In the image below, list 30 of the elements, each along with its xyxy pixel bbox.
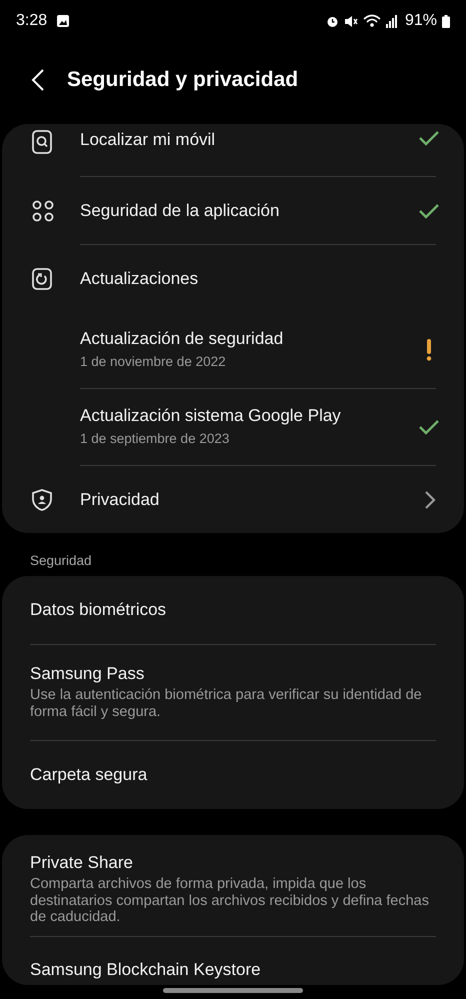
setting-date: 1 de septiembre de 2023 [80, 430, 230, 448]
search-icon [32, 130, 52, 154]
setting-title[interactable]: Datos biométricos [30, 600, 436, 620]
refresh-icon [32, 268, 52, 290]
status-time: 3:28 [16, 12, 48, 30]
setting-description: Comparta archivos de forma privada, impida que los destinatarios compartan los archivos recibidos y defina fechas de caducidad. [30, 876, 430, 926]
setting-title[interactable]: Private Share [30, 853, 436, 873]
setting-title[interactable]: Actualizaciones [80, 268, 440, 288]
signal-icon [386, 14, 398, 28]
battery-level: 91% [404, 12, 437, 30]
setting-title[interactable]: Samsung Pass [30, 664, 436, 684]
setting-title[interactable]: Carpeta segura [30, 765, 436, 785]
setting-date: 1 de noviembre de 2022 [80, 353, 227, 371]
setting-title[interactable]: Actualización de seguridad [80, 329, 426, 350]
setting-description: Use la autenticación biométrica para verificar su identidad de forma fácil y segura. [30, 687, 423, 721]
setting-title[interactable]: Seguridad de la aplicación [80, 200, 418, 220]
setting-title[interactable]: Privacidad [80, 490, 424, 510]
section-header: Seguridad [29, 552, 93, 570]
setting-title[interactable]: Actualización sistema Google Play [80, 406, 418, 426]
wifi-icon [362, 14, 381, 28]
mute-icon [344, 14, 358, 28]
alarm-icon [326, 14, 339, 28]
shield-person-icon [32, 488, 52, 510]
apps-icon [32, 200, 54, 222]
battery-icon [442, 14, 450, 28]
setting-title[interactable]: Localizar mi móvil [80, 130, 418, 150]
back-icon[interactable] [31, 68, 45, 92]
setting-title[interactable]: Samsung Blockchain Keystore [30, 960, 436, 980]
image-icon [56, 14, 70, 28]
page-title: Seguridad y privacidad [67, 68, 298, 92]
